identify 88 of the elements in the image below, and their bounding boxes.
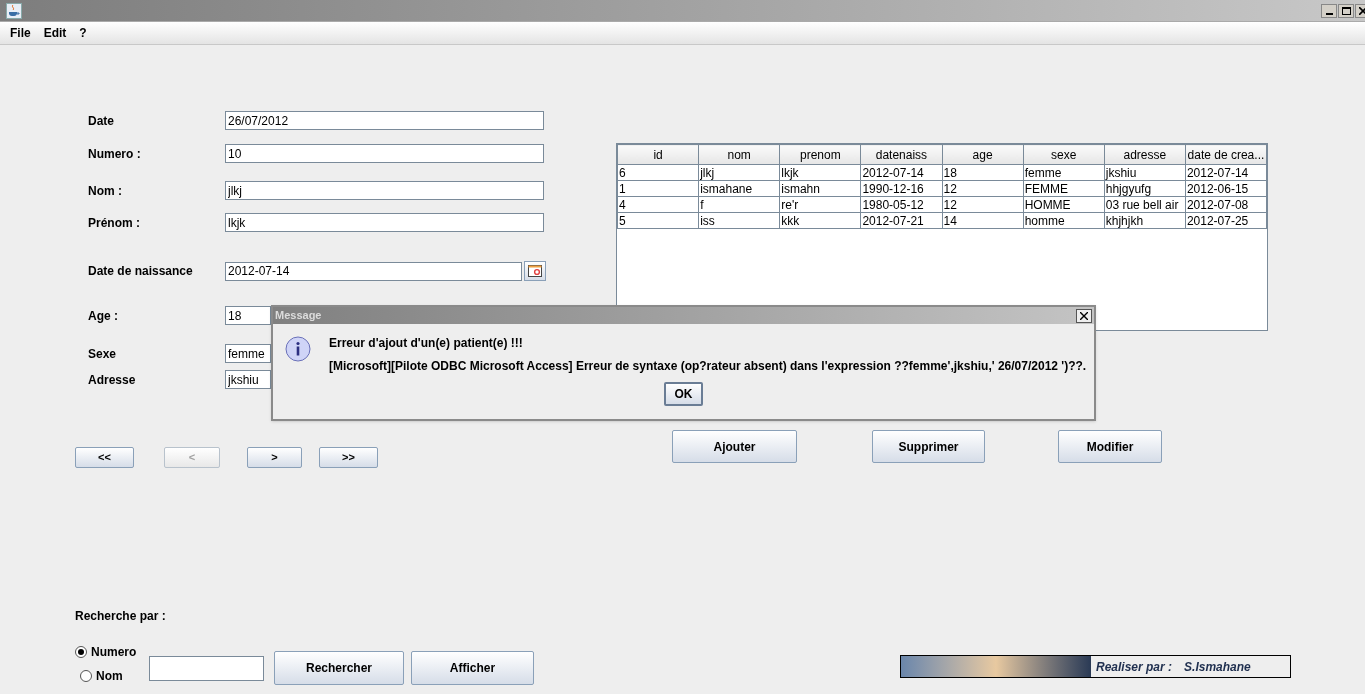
column-header[interactable]: prenom [779, 144, 861, 165]
info-icon [285, 336, 311, 362]
text-field[interactable]: femme [225, 344, 271, 363]
field-label: Sexe [88, 345, 118, 363]
table-cell: 1 [617, 180, 699, 197]
menu-item[interactable]: File [10, 24, 31, 42]
field-label: Prénom : [88, 214, 141, 232]
table-cell: homme [1023, 212, 1105, 229]
credit-label: Realiser par : [1096, 658, 1173, 676]
dialog-title: Message [275, 308, 322, 324]
table-cell: jlkj [698, 164, 780, 181]
table-cell: 2012-07-14 [860, 164, 942, 181]
table-cell: re'r [779, 196, 861, 213]
text-field[interactable]: 18 [225, 306, 271, 325]
text-field[interactable]: jkshiu [225, 370, 271, 389]
text-field[interactable]: 26/07/2012 [225, 111, 544, 130]
table-cell: ismahane [698, 180, 780, 197]
search-button[interactable]: Rechercher [274, 651, 404, 685]
action-button[interactable]: Ajouter [672, 430, 797, 463]
coffee-cup-icon [6, 2, 22, 19]
table-cell: iss [698, 212, 780, 229]
table-cell: 5 [617, 212, 699, 229]
maximize-button[interactable] [1338, 3, 1354, 18]
text-field[interactable]: 2012-07-14 [225, 261, 522, 281]
table-cell: 12 [942, 196, 1024, 213]
radio-option[interactable]: Numero [75, 643, 149, 661]
table-cell: 4 [617, 196, 699, 213]
table-cell: lkjk [779, 164, 861, 181]
close-icon [1359, 6, 1365, 15]
nav-button[interactable]: > [247, 447, 302, 468]
table-cell: 1980-05-12 [860, 196, 942, 213]
table-cell: 1990-12-16 [860, 180, 942, 197]
table-cell: 2012-06-15 [1185, 180, 1267, 197]
table-cell: f [698, 196, 780, 213]
field-label: Adresse [88, 371, 137, 389]
column-header[interactable]: date de crea... [1185, 144, 1267, 165]
table-cell: 18 [942, 164, 1024, 181]
menu-item[interactable]: Edit [43, 24, 67, 42]
search-label: Recherche par : [75, 608, 167, 625]
text-field[interactable]: 10 [225, 144, 544, 163]
column-header[interactable]: id [617, 144, 699, 165]
menu-item[interactable]: ? [79, 24, 87, 42]
column-header[interactable]: age [942, 144, 1024, 165]
column-header[interactable]: sexe [1023, 144, 1105, 165]
field-label: Nom : [88, 182, 123, 200]
search-field[interactable] [149, 655, 264, 681]
table-cell: jkshiu [1104, 164, 1186, 181]
field-label: Age : [88, 307, 119, 325]
table-cell: 6 [617, 164, 699, 181]
action-button[interactable]: Modifier [1058, 430, 1162, 463]
nav-button[interactable]: << [75, 447, 134, 468]
calendar-icon [528, 265, 542, 277]
table-cell: 2012-07-14 [1185, 164, 1267, 181]
table-cell: ismahn [779, 180, 861, 197]
table-cell: FEMME [1023, 180, 1105, 197]
column-header[interactable]: nom [698, 144, 780, 165]
close-icon [1080, 311, 1088, 320]
action-button[interactable]: Supprimer [872, 430, 985, 463]
column-header[interactable]: datenaiss [860, 144, 942, 165]
table-cell: 2012-07-25 [1185, 212, 1267, 229]
nav-button[interactable]: >> [319, 447, 378, 468]
column-header[interactable]: adresse [1104, 144, 1186, 165]
minimize-button[interactable] [1321, 3, 1337, 18]
ok-button[interactable]: OK [664, 382, 703, 406]
radio-button[interactable] [80, 670, 92, 682]
text-field[interactable]: jlkj [225, 181, 544, 200]
error-heading: Erreur d'ajout d'un(e) patient(e) !!! [329, 335, 524, 352]
table-cell: kkk [779, 212, 861, 229]
radio-option[interactable]: Nom [80, 667, 149, 685]
table-cell: hhjgyufg [1104, 180, 1186, 197]
radio-button[interactable] [75, 646, 87, 658]
table-cell: 2012-07-21 [860, 212, 942, 229]
field-label: Date [88, 112, 115, 130]
table-cell: 14 [942, 212, 1024, 229]
error-message: [Microsoft][Pilote ODBC Microsoft Access] Erreur de syntaxe (op?rateur absent) dans l'expression ??femme',jkshiu,' 26/07/2012 ')??. [329, 358, 1087, 375]
field-label: Numero : [88, 145, 142, 163]
table-cell: femme [1023, 164, 1105, 181]
calendar-button[interactable] [524, 261, 546, 281]
table-cell: khjhjkh [1104, 212, 1186, 229]
table-cell: 2012-07-08 [1185, 196, 1267, 213]
field-label: Date de naissance [88, 263, 194, 280]
table-cell: 12 [942, 180, 1024, 197]
search-button[interactable]: Afficher [411, 651, 534, 685]
table-cell: 03 rue bell air [1104, 196, 1186, 213]
credit-author: S.Ismahane [1184, 658, 1251, 676]
close-button[interactable] [1076, 308, 1092, 323]
text-field[interactable]: lkjk [225, 213, 544, 232]
table-cell: HOMME [1023, 196, 1105, 213]
